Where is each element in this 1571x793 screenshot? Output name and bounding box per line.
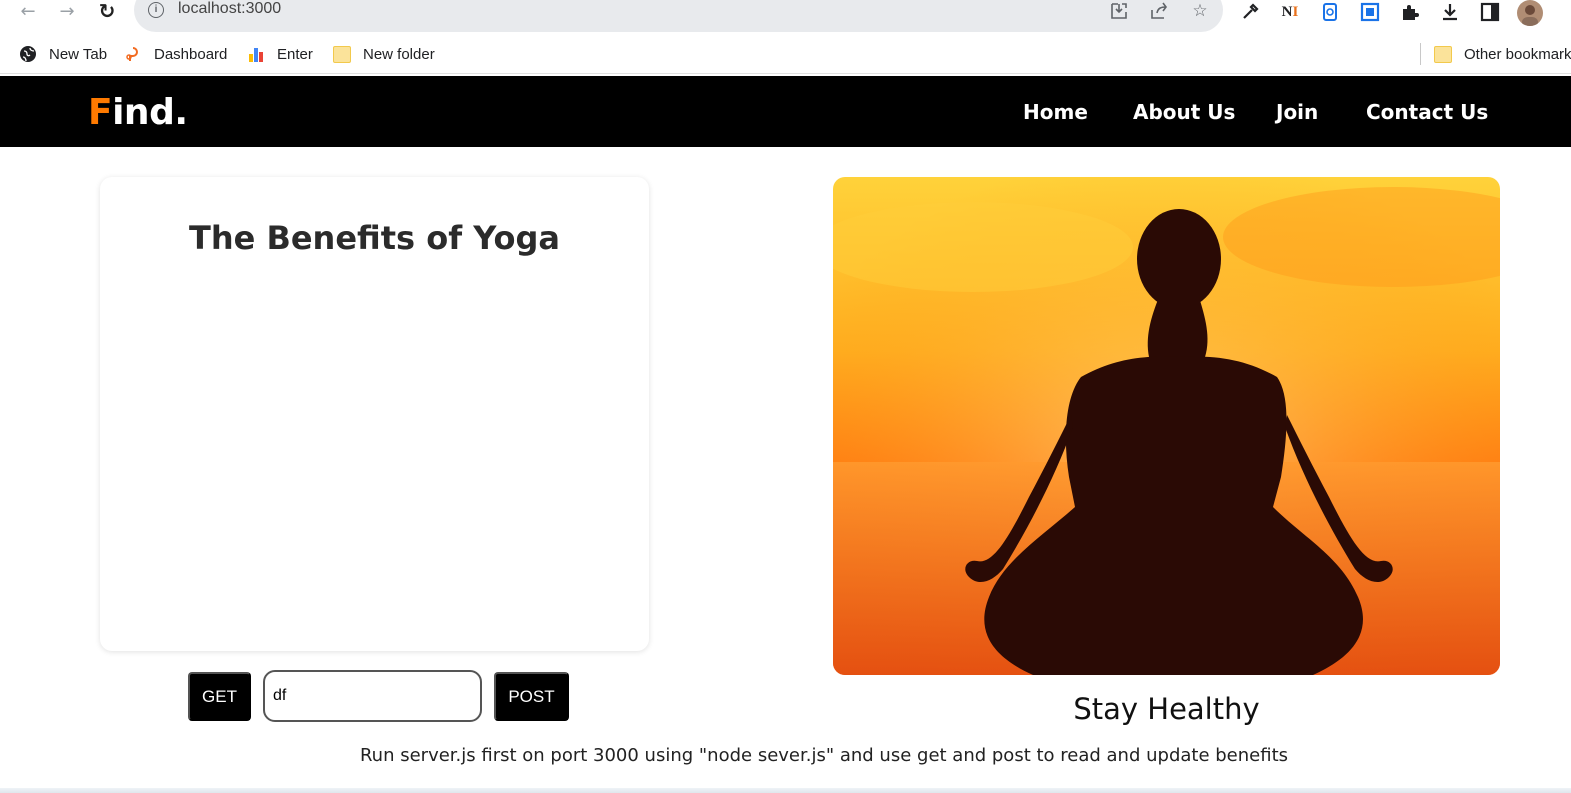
url-text[interactable]: localhost:3000 bbox=[178, 0, 281, 18]
side-panel-icon[interactable] bbox=[1478, 0, 1502, 24]
star-bookmark-icon[interactable]: ☆ bbox=[1189, 0, 1211, 22]
site-info-icon[interactable]: i bbox=[148, 2, 164, 18]
nav-link-home[interactable]: Home bbox=[1023, 100, 1088, 124]
bar-chart-icon bbox=[249, 48, 263, 62]
extensions-puzzle-icon[interactable] bbox=[1398, 0, 1422, 24]
page-bottom-edge bbox=[0, 788, 1571, 793]
reload-icon[interactable]: ↻ bbox=[93, 0, 121, 23]
site-navbar: Find. Home About Us Join Contact Us bbox=[0, 76, 1571, 147]
downloads-icon[interactable] bbox=[1438, 0, 1462, 24]
bookmark-new-tab[interactable]: New Tab bbox=[19, 44, 107, 64]
nav-link-join[interactable]: Join bbox=[1276, 100, 1318, 124]
nav-link-about-us[interactable]: About Us bbox=[1133, 100, 1235, 124]
get-button[interactable]: GET bbox=[188, 672, 251, 721]
document-extension-icon[interactable] bbox=[1318, 0, 1342, 24]
dashboard-logo-icon bbox=[126, 47, 138, 61]
browser-toolbar: ← → ↻ i localhost:3000 ☆ NI bbox=[0, 0, 1571, 34]
bookmark-new-folder[interactable]: New folder bbox=[333, 44, 435, 64]
profile-avatar[interactable] bbox=[1517, 0, 1543, 26]
benefit-input[interactable] bbox=[263, 670, 482, 722]
globe-icon bbox=[20, 46, 36, 62]
yoga-sunset-image bbox=[833, 177, 1500, 675]
bookmark-enter[interactable]: Enter bbox=[247, 44, 313, 64]
install-app-icon[interactable] bbox=[1108, 0, 1130, 22]
screenshot-extension-icon[interactable] bbox=[1358, 0, 1382, 24]
folder-icon bbox=[1434, 45, 1452, 63]
folder-icon bbox=[333, 45, 351, 63]
bookmark-other[interactable]: Other bookmarks bbox=[1434, 44, 1571, 64]
eyedropper-icon[interactable] bbox=[1238, 0, 1262, 24]
bookmarks-bar: New Tab Dashboard Enter New folder Other… bbox=[0, 34, 1571, 74]
site-logo[interactable]: Find. bbox=[88, 92, 188, 133]
image-caption: Stay Healthy bbox=[1073, 692, 1260, 726]
bookmark-separator bbox=[1420, 43, 1421, 65]
post-button[interactable]: POST bbox=[494, 672, 569, 721]
instructions-text: Run server.js first on port 3000 using "… bbox=[359, 745, 1289, 766]
nav-link-contact-us[interactable]: Contact Us bbox=[1366, 100, 1488, 124]
benefits-card: The Benefits of Yoga bbox=[100, 177, 649, 651]
card-title: The Benefits of Yoga bbox=[189, 219, 560, 257]
bookmark-dashboard[interactable]: Dashboard bbox=[124, 44, 227, 64]
extension-n-icon[interactable]: NI bbox=[1278, 0, 1302, 24]
address-bar[interactable]: i localhost:3000 ☆ bbox=[134, 0, 1223, 32]
forward-arrow-icon[interactable]: → bbox=[53, 0, 81, 22]
share-icon[interactable] bbox=[1148, 0, 1170, 22]
back-arrow-icon[interactable]: ← bbox=[14, 0, 42, 22]
